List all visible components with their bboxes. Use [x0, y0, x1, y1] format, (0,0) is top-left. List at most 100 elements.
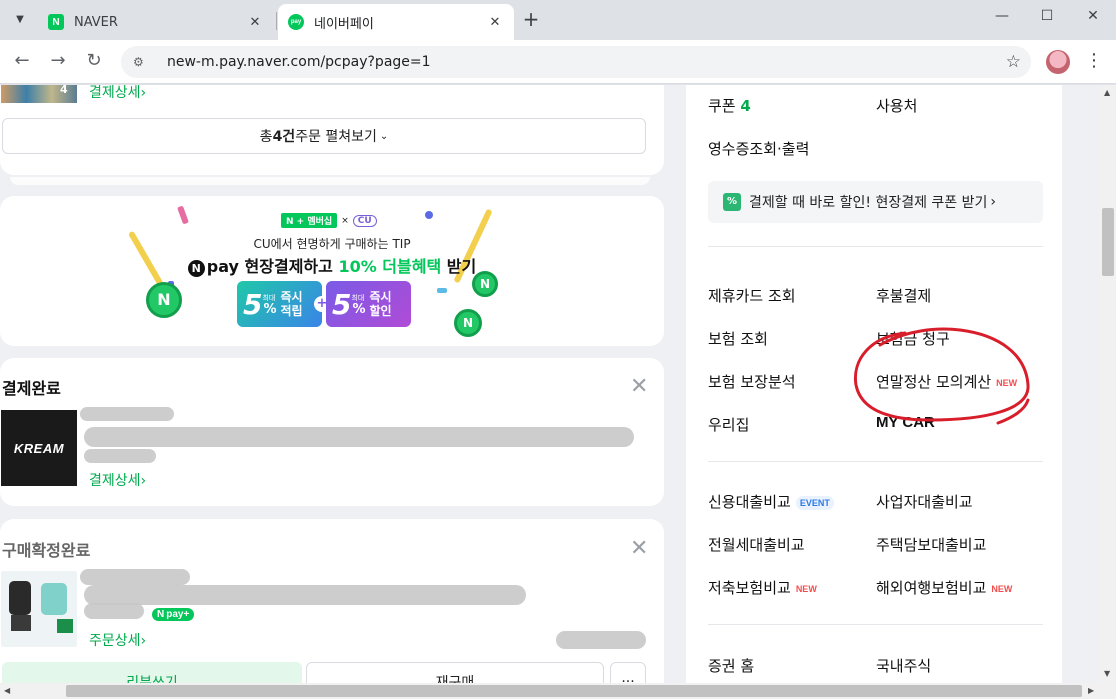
expand-label-post: 주문 펼쳐보기 [295, 129, 377, 145]
service-menu-panel: 쿠폰 4 사용처 영수증조회·출력 % 결제할 때 바로 할인! 현장결제 쿠폰… [686, 85, 1062, 683]
menu-item-affiliate-card[interactable]: 제휴카드 조회 [708, 285, 796, 306]
coupon-menu-item[interactable]: 쿠폰 4 [708, 95, 751, 116]
browser-toolbar: ← → ↻ ⚙ new-m.pay.naver.com/pcpay?page=1… [0, 40, 1116, 84]
profile-avatar[interactable] [1046, 50, 1070, 74]
tab-title: 네이버페이 [314, 16, 374, 32]
site-info-icon[interactable]: ⚙ [133, 55, 151, 69]
maximize-icon[interactable]: ☐ [1024, 8, 1070, 24]
menu-item-coverage-analysis[interactable]: 보험 보장분석 [708, 371, 796, 392]
minimize-icon[interactable]: — [979, 8, 1025, 24]
confetti-decoration [425, 211, 433, 219]
vertical-scrollbar[interactable]: ▲ ▼ [1100, 85, 1116, 683]
new-tab-plus-icon[interactable]: + [519, 8, 543, 32]
tile-percent-stack: 최대 % [351, 293, 366, 317]
menu-item-securities-home[interactable]: 증권 홈 [708, 655, 754, 676]
tab-strip: ▼ N NAVER ✕ pay 네이버페이 ✕ + — ☐ ✕ [0, 0, 1116, 40]
close-icon[interactable]: ✕ [630, 536, 648, 561]
tile-percent-value: 5 [332, 287, 352, 321]
redacted-price [84, 603, 144, 619]
menu-item-my-home[interactable]: 우리집 [708, 414, 749, 435]
more-options-button[interactable]: ··· [610, 662, 646, 683]
redacted-merchant-name [80, 407, 174, 421]
reload-icon[interactable]: ↻ [82, 50, 106, 74]
tile-percent-sign: % [263, 302, 277, 317]
tab-naverpay[interactable]: pay 네이버페이 ✕ [278, 4, 514, 40]
tab-title: NAVER [74, 14, 118, 30]
cu-promo-banner[interactable]: N N N N + 멤버십 × CU CU에서 현명하게 구매하는 TIP Np… [0, 196, 664, 346]
menu-item-my-car[interactable]: MY CAR [876, 414, 935, 431]
tab-naver[interactable]: N NAVER ✕ [38, 4, 274, 40]
menu-item-savings-insurance-compare[interactable]: 저축보험비교 NEW [708, 577, 817, 598]
redacted-product-name [84, 427, 634, 447]
new-badge: NEW [991, 583, 1013, 594]
headline-highlight: 10% 더블혜택 [338, 257, 442, 276]
scroll-right-arrow-icon[interactable]: ▶ [1088, 686, 1094, 695]
payment-detail-link[interactable]: 결제상세› [89, 85, 146, 102]
benefit-tile-discount: 5 최대 % 즉시 할인 [326, 281, 411, 327]
tile-label: 즉시 할인 [369, 290, 392, 318]
stacked-card-edge [10, 177, 650, 185]
rebuy-button[interactable]: 재구매 [306, 662, 604, 683]
menu-item-insurance-lookup[interactable]: 보험 조회 [708, 328, 768, 349]
kream-merchant-logo: KREAM [1, 410, 77, 486]
menu-item-jeonse-loan-compare[interactable]: 전월세대출비교 [708, 534, 805, 555]
npay-logo-icon: N [187, 260, 205, 277]
receipt-menu-item[interactable]: 영수증조회·출력 [708, 138, 809, 159]
menu-item-credit-loan-compare[interactable]: 신용대출비교 EVENT [708, 491, 834, 512]
tile-percent-value: 5 [243, 287, 263, 321]
back-arrow-icon[interactable]: ← [10, 50, 34, 74]
cu-logo: CU [352, 214, 377, 227]
new-badge: NEW [996, 377, 1018, 388]
menu-item-deferred-payment[interactable]: 후불결제 [876, 285, 931, 306]
order-detail-link[interactable]: 주문상세› [89, 630, 146, 650]
expand-count: 4건 [272, 129, 296, 145]
close-icon[interactable]: ✕ [246, 15, 264, 30]
close-icon[interactable]: ✕ [486, 15, 504, 30]
scroll-up-arrow-icon[interactable]: ▲ [1104, 88, 1110, 97]
browser-menu-icon[interactable]: ⋮ [1084, 50, 1104, 72]
menu-item-mortgage-compare[interactable]: 주택담보대출비교 [876, 534, 986, 555]
banner-headline: Npay 현장결제하고 10% 더블혜택 받기 [0, 253, 664, 277]
menu-item-year-end-tax[interactable]: 연말정산 모의계산 NEW [876, 371, 1017, 392]
npay-coin-icon: N [454, 309, 482, 337]
onsite-coupon-promo[interactable]: % 결제할 때 바로 할인! 현장결제 쿠폰 받기 › [708, 181, 1043, 223]
usage-place-menu-item[interactable]: 사용처 [876, 95, 917, 116]
bookmark-star-icon[interactable]: ☆ [1006, 52, 1021, 72]
vertical-scroll-thumb[interactable] [1102, 208, 1114, 276]
product-thumbnail [1, 571, 77, 647]
write-review-button[interactable]: 리뷰쓰기 [2, 662, 302, 683]
chevron-down-icon: ⌄ [379, 130, 389, 142]
forward-arrow-icon[interactable]: → [46, 50, 70, 74]
scroll-left-arrow-icon[interactable]: ◀ [4, 686, 10, 695]
horizontal-scroll-thumb[interactable] [66, 685, 1082, 697]
window-close-icon[interactable]: ✕ [1070, 8, 1116, 24]
confetti-decoration [177, 205, 189, 225]
divider [708, 246, 1043, 247]
tab-search-chevron-icon[interactable]: ▼ [8, 7, 32, 31]
address-bar[interactable]: ⚙ new-m.pay.naver.com/pcpay?page=1 ☆ [121, 46, 1031, 78]
menu-item-insurance-claim[interactable]: 보험금 청구 [876, 328, 950, 349]
banner-subtitle: CU에서 현명하게 구매하는 TIP [253, 237, 411, 251]
coupon-count: 4 [740, 97, 751, 115]
collab-x: × [341, 215, 349, 226]
benefit-tile-accumulate: 5 최대 % 즉시 적립 [237, 281, 322, 327]
scroll-down-arrow-icon[interactable]: ▼ [1104, 669, 1110, 678]
order-group-card: 4 결제상세› 총 4건 주문 펼쳐보기 ⌄ [0, 85, 664, 175]
naverpay-favicon-icon: pay [288, 14, 304, 30]
divider [708, 624, 1043, 625]
tile-percent-stack: 최대 % [262, 293, 277, 317]
divider [708, 461, 1043, 462]
order-status-title: 결제완료 [2, 379, 61, 398]
expand-orders-button[interactable]: 총 4건 주문 펼쳐보기 ⌄ [2, 118, 646, 154]
confetti-decoration [437, 288, 447, 293]
coupon-percent-icon: % [723, 193, 741, 211]
horizontal-scrollbar[interactable]: ◀ ▶ [0, 683, 1116, 699]
page-viewport: 4 결제상세› 총 4건 주문 펼쳐보기 ⌄ N N N N + 멤버십 × CU… [0, 85, 1100, 683]
menu-item-domestic-stock[interactable]: 국내주식 [876, 655, 931, 676]
chevron-right-icon: › [990, 194, 997, 210]
payment-detail-link[interactable]: 결제상세› [89, 470, 146, 490]
menu-item-business-loan-compare[interactable]: 사업자대출비교 [876, 491, 973, 512]
tile-percent-sign: % [352, 302, 366, 317]
menu-item-travel-insurance-compare[interactable]: 해외여행보험비교 NEW [876, 577, 1012, 598]
close-icon[interactable]: ✕ [630, 374, 648, 399]
